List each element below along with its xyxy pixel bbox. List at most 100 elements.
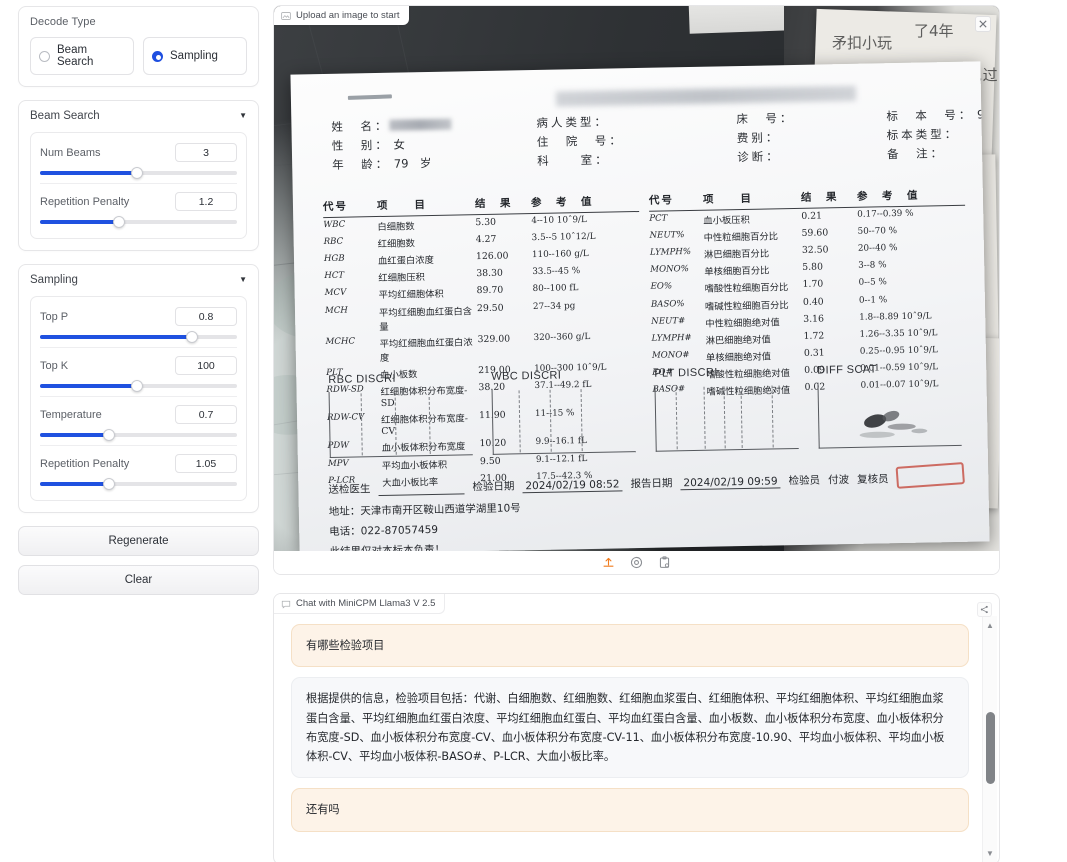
slider-fill-num-beams <box>40 171 137 175</box>
meta-label-name: 姓 名： <box>331 118 390 134</box>
meta-label-gender: 性 别： <box>331 137 390 153</box>
image-toolbar <box>274 551 999 574</box>
radio-sampling[interactable]: Sampling <box>143 37 247 75</box>
chat-title-tag: Chat with MiniCPM Llama3 V 2.5 <box>274 594 446 614</box>
chart-wbc-discri: WBC DISCRI <box>491 368 642 471</box>
settings-sidebar: Decode Type Beam Search Sampling Beam Se… <box>0 0 265 862</box>
radio-beam-search[interactable]: Beam Search <box>30 37 134 75</box>
slider-label-beam-repetition-penalty: Repetition Penalty <box>40 195 130 208</box>
regenerate-button[interactable]: Regenerate <box>18 526 259 556</box>
slider-track-top-k[interactable] <box>40 380 237 392</box>
slider-value-sampling-repetition-penalty[interactable]: 1.05 <box>175 454 237 473</box>
scroll-up-arrow-icon[interactable]: ▲ <box>983 618 997 632</box>
chat-scrollbar[interactable]: ▲ ▼ <box>982 616 997 862</box>
slider-value-top-k[interactable]: 100 <box>175 356 237 375</box>
slider-knob-sampling-repetition-penalty[interactable] <box>102 478 115 490</box>
hospital-name-redacted <box>555 85 857 107</box>
col-header-reference: 参 考 值 <box>530 195 594 210</box>
radio-indicator-beam-search <box>39 50 50 62</box>
slider-knob-num-beams[interactable] <box>130 167 143 179</box>
decode-type-label: Decode Type <box>30 16 96 28</box>
slider-knob-top-k[interactable] <box>130 380 143 392</box>
slider-track-temperature[interactable] <box>40 429 237 441</box>
slider-value-num-beams[interactable]: 3 <box>175 143 237 162</box>
slider-value-beam-repetition-penalty[interactable]: 1.2 <box>175 192 237 211</box>
image-upload-hint-label: Upload an image to start <box>296 10 400 21</box>
slider-fill-top-k <box>40 384 137 388</box>
col-header-code-2: 代号 <box>648 194 675 207</box>
clear-button[interactable]: Clear <box>18 565 259 595</box>
col-header-reference-2: 参 考 值 <box>856 189 920 203</box>
slider-label-temperature: Temperature <box>40 408 102 421</box>
slider-label-top-p: Top P <box>40 310 69 323</box>
chat-scrollbar-thumb[interactable] <box>986 712 995 784</box>
sampling-panel-title: Sampling <box>30 274 78 286</box>
chat-message-assistant-1: 根据提供的信息，检验项目包括：代谢、白细胞数、红细胞数、红细胞血浆蛋白、红细胞体… <box>291 677 969 779</box>
slider-track-num-beams[interactable] <box>40 167 237 179</box>
meta-label-age: 年 龄： <box>332 156 391 172</box>
slider-fill-temperature <box>40 433 109 437</box>
chart-plt-discri: PLT DISCRI <box>654 365 805 468</box>
medical-report-document: 姓 名： 病人类型： 床 号： 标 本 号： 9 性 别： 女 住 院 号： 费… <box>290 61 990 553</box>
red-stamp <box>895 462 965 489</box>
radio-indicator-sampling <box>152 50 163 62</box>
chat-message-user-2: 还有吗 <box>291 788 969 832</box>
meta-value-gender: 女 <box>393 137 406 152</box>
slider-knob-temperature[interactable] <box>102 429 115 441</box>
report-histograms: RBC DISCRI WBC DISCRI PLT DISCRI DIFF SC… <box>328 362 968 474</box>
chart-rbc-discri: RBC DISCRI <box>328 371 479 474</box>
app-root: Decode Type Beam Search Sampling Beam Se… <box>0 0 1067 862</box>
footer-reviewer-label: 复核员 <box>856 473 889 486</box>
chevron-down-icon[interactable]: ▼ <box>239 112 247 120</box>
radio-label-sampling: Sampling <box>170 50 218 62</box>
report-patient-meta: 姓 名： 病人类型： 床 号： 标 本 号： 9 性 别： 女 住 院 号： 费… <box>331 107 984 176</box>
col-header-item-2: 项 目 <box>702 192 754 206</box>
slider-track-sampling-repetition-penalty[interactable] <box>40 478 237 490</box>
meta-label-fee-type: 费别： <box>736 130 781 146</box>
close-image-button[interactable] <box>975 16 991 32</box>
slider-knob-top-p[interactable] <box>185 331 198 343</box>
slider-label-top-k: Top K <box>40 359 69 372</box>
scatter-cloud <box>859 410 927 438</box>
slider-temperature: Temperature 0.7 <box>40 396 237 445</box>
footer-report-date-label: 报告日期 <box>630 477 673 491</box>
scroll-down-arrow-icon[interactable]: ▼ <box>983 846 997 860</box>
footer-operator: 付波 <box>827 474 850 487</box>
meta-label-department: 科 室： <box>537 152 610 168</box>
decode-type-panel: Decode Type Beam Search Sampling <box>18 6 259 87</box>
chat-message-user-1: 有哪些检验项目 <box>291 624 969 668</box>
slider-fill-top-p <box>40 335 192 339</box>
slider-value-top-p[interactable]: 0.8 <box>175 307 237 326</box>
chevron-down-icon-sampling[interactable]: ▼ <box>239 276 247 284</box>
beam-search-panel-header[interactable]: Beam Search ▼ <box>30 110 247 122</box>
col-header-result-2: 结 果 <box>800 191 839 204</box>
upload-icon[interactable] <box>602 556 615 569</box>
image-viewport[interactable]: Upload an image to start 矛扣小玩 了4年 姓 名： 病… <box>274 6 999 553</box>
slider-value-temperature[interactable]: 0.7 <box>175 405 237 424</box>
meta-label-remark: 备 注： <box>886 146 946 162</box>
beam-search-panel: Beam Search ▼ Num Beams 3 Repetition Pen… <box>18 100 259 251</box>
footer-operator-label: 检验员 <box>788 474 821 488</box>
webcam-icon[interactable] <box>630 556 643 569</box>
chart-title-rbc: RBC DISCRI <box>328 372 396 386</box>
chat-share-button[interactable] <box>977 602 992 617</box>
slider-track-top-p[interactable] <box>40 331 237 343</box>
slider-track-beam-repetition-penalty[interactable] <box>40 216 237 228</box>
chart-title-plt: PLT DISCRI <box>654 366 718 380</box>
slider-fill-sampling-repetition-penalty <box>40 482 109 486</box>
slider-knob-beam-repetition-penalty[interactable] <box>112 216 125 228</box>
report-footer: 送检医生 检验日期 2024/02/19 08:52 报告日期 2024/02/… <box>328 462 971 553</box>
chat-message-list[interactable]: 有哪些检验项目 根据提供的信息，检验项目包括：代谢、白细胞数、红细胞数、红细胞血… <box>274 616 979 862</box>
sampling-panel: Sampling ▼ Top P 0.8 Top K 100 Temperatu… <box>18 264 259 513</box>
chart-diff-scat: DIFF SCAT <box>817 362 968 465</box>
paste-clipboard-icon[interactable] <box>658 556 671 569</box>
beam-search-panel-title: Beam Search <box>30 110 100 122</box>
decode-type-radio-group: Beam Search Sampling <box>30 37 247 75</box>
sampling-panel-header[interactable]: Sampling ▼ <box>30 274 247 286</box>
staple-mark <box>347 94 392 100</box>
slider-label-sampling-repetition-penalty: Repetition Penalty <box>40 457 130 470</box>
share-icon <box>980 605 988 614</box>
col-header-item: 项 目 <box>376 199 428 213</box>
footer-report-date: 2024/02/19 09:59 <box>680 475 781 491</box>
chat-icon <box>281 600 291 609</box>
